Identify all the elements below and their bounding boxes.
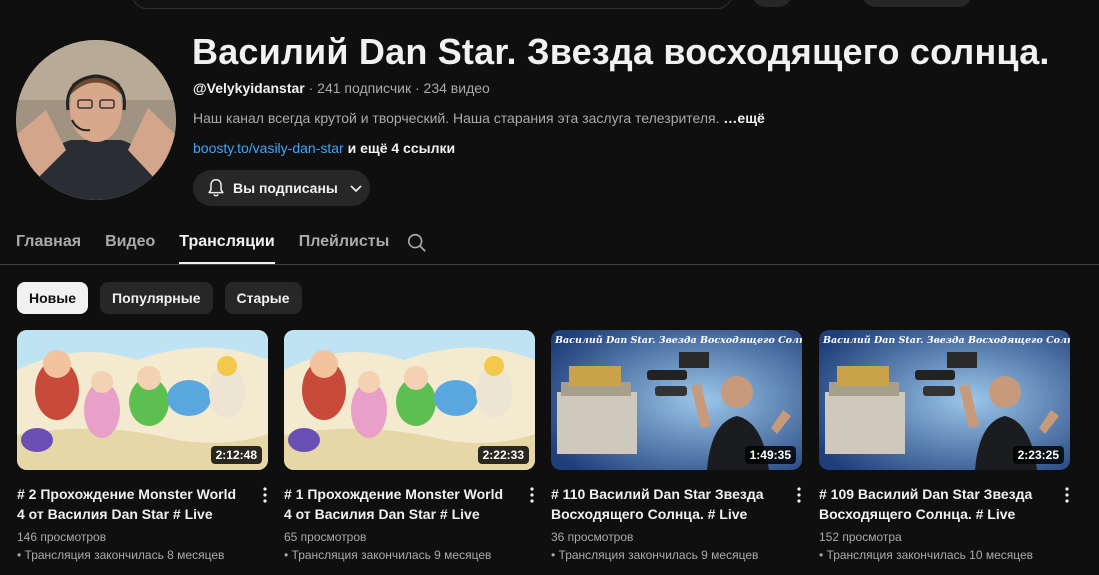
channel-description[interactable]: Наш канал всегда крутой и творческий. На…	[193, 110, 765, 126]
more-vert-icon[interactable]	[1058, 486, 1076, 504]
video-views: 36 просмотров	[551, 530, 634, 544]
video-stream-ended: • Трансляция закончилась 10 месяцев	[819, 548, 1034, 562]
video-title[interactable]: # 2 Прохождение Monster World 4 от Васил…	[17, 484, 242, 524]
thumbnail-caption: Василий Dan Star. Звезда Восходящего Сол…	[554, 335, 802, 346]
video-views: 65 просмотров	[284, 530, 367, 544]
channel-avatar[interactable]	[16, 40, 176, 200]
more-vert-icon[interactable]	[256, 486, 274, 504]
video-card[interactable]: 2:22:33 # 1 Прохождение Monster World 4 …	[284, 330, 535, 562]
video-card[interactable]: Василий Dan Star. Звезда Восходящего Сол…	[819, 330, 1070, 562]
bell-icon	[208, 179, 224, 197]
channel-title: Василий Dan Star. Звезда восходящего сол…	[192, 31, 1050, 72]
video-views: 146 просмотров	[17, 530, 107, 544]
video-stream-ended: • Трансляция закончилась 9 месяцев	[551, 548, 759, 562]
thumbnail-caption: Василий Dan Star. Звезда Восходящего Сол…	[822, 335, 1070, 346]
video-stream-ended: • Трансляция закончилась 9 месяцев	[284, 548, 492, 562]
video-thumbnail[interactable]: 2:12:48	[17, 330, 268, 470]
channel-link[interactable]: boosty.to/vasily-dan-star	[193, 140, 344, 156]
video-thumbnail[interactable]: Василий Dan Star. Звезда Восходящего Сол…	[819, 330, 1070, 470]
video-duration: 2:12:48	[210, 446, 262, 464]
chevron-down-icon	[350, 185, 362, 193]
search-box[interactable]	[132, 0, 732, 9]
chip-oldest[interactable]: Старые	[224, 282, 302, 314]
more-vert-icon[interactable]	[790, 486, 808, 504]
tab-videos[interactable]: Видео	[105, 224, 155, 264]
description-text: Наш канал всегда крутой и творческий. На…	[193, 110, 720, 126]
chip-newest[interactable]: Новые	[17, 282, 89, 314]
tab-streams[interactable]: Трансляции	[179, 224, 276, 264]
subscribed-button[interactable]: Вы подписаны	[193, 170, 370, 206]
tabs-divider	[0, 264, 1099, 265]
channel-handle[interactable]: @Velykyidanstar	[193, 80, 305, 96]
video-title[interactable]: # 110 Василий Dan Star Звезда Восходящег…	[551, 484, 776, 524]
video-duration: 2:22:33	[477, 446, 529, 464]
video-title[interactable]: # 1 Прохождение Monster World 4 от Васил…	[284, 484, 509, 524]
chip-popular[interactable]: Популярные	[100, 282, 213, 314]
create-button[interactable]	[862, 0, 972, 7]
channel-tabs: Главная Видео Трансляции Плейлисты	[16, 224, 413, 264]
subscribed-label: Вы подписаны	[233, 180, 338, 196]
video-thumbnail[interactable]: 2:22:33	[284, 330, 535, 470]
description-more-link[interactable]: …ещё	[720, 110, 764, 126]
video-duration: 1:49:35	[744, 446, 796, 464]
search-icon[interactable]	[406, 232, 428, 254]
top-bar-fragment	[0, 0, 1099, 9]
tab-home[interactable]: Главная	[16, 224, 81, 264]
more-vert-icon[interactable]	[523, 486, 541, 504]
sort-chips: Новые Популярные Старые	[17, 282, 314, 314]
video-title[interactable]: # 109 Василий Dan Star Звезда Восходящег…	[819, 484, 1044, 524]
channel-meta: @Velykyidanstar · 241 подписчик · 234 ви…	[193, 80, 490, 96]
video-stream-ended: • Трансляция закончилась 8 месяцев	[17, 548, 225, 562]
channel-stats: · 241 подписчик · 234 видео	[304, 80, 490, 96]
video-card[interactable]: Василий Dan Star. Звезда Восходящего Сол…	[551, 330, 802, 562]
channel-links: boosty.to/vasily-dan-star и ещё 4 ссылки	[193, 140, 455, 156]
avatar-image	[16, 40, 176, 200]
video-views: 152 просмотра	[819, 530, 902, 544]
tab-playlists[interactable]: Плейлисты	[299, 224, 390, 264]
more-links-button[interactable]: и ещё 4 ссылки	[344, 140, 456, 156]
video-thumbnail[interactable]: Василий Dan Star. Звезда Восходящего Сол…	[551, 330, 802, 470]
search-mic-button[interactable]	[752, 0, 792, 7]
video-duration: 2:23:25	[1012, 446, 1064, 464]
video-card[interactable]: 2:12:48 # 2 Прохождение Monster World 4 …	[17, 330, 268, 562]
